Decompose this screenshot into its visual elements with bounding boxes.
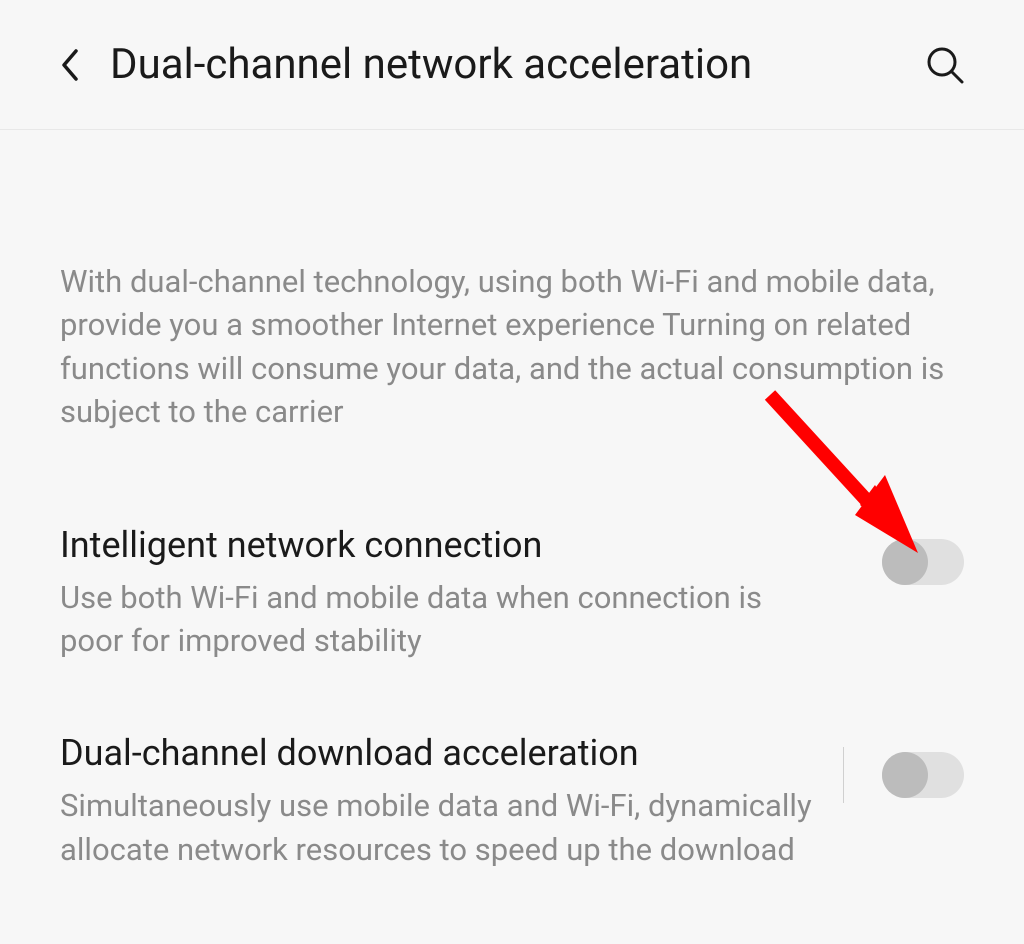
setting-subtitle: Simultaneously use mobile data and Wi-Fi… [60,784,813,871]
setting-title: Intelligent network connection [60,524,852,566]
setting-dual-channel-download: Dual-channel download acceleration Simul… [60,732,964,871]
toggle-wrapper [843,747,964,803]
setting-subtitle: Use both Wi-Fi and mobile data when conn… [60,576,820,663]
toggle-knob [882,539,928,585]
search-icon [926,46,964,84]
toggle-knob [882,752,928,798]
header: Dual-channel network acceleration [0,0,1024,130]
setting-title: Dual-channel download acceleration [60,732,813,774]
divider-line [843,747,844,803]
page-title: Dual-channel network acceleration [110,40,896,89]
toggle-wrapper [882,539,964,585]
intelligent-network-toggle[interactable] [882,539,964,585]
setting-intelligent-network: Intelligent network connection Use both … [60,524,964,663]
description-text: With dual-channel technology, using both… [60,260,964,434]
dual-channel-download-toggle[interactable] [882,752,964,798]
search-button[interactable] [926,46,964,84]
setting-text: Dual-channel download acceleration Simul… [60,732,813,871]
back-button[interactable] [60,48,80,82]
content-area: With dual-channel technology, using both… [0,130,1024,871]
setting-text: Intelligent network connection Use both … [60,524,852,663]
chevron-left-icon [60,48,80,82]
